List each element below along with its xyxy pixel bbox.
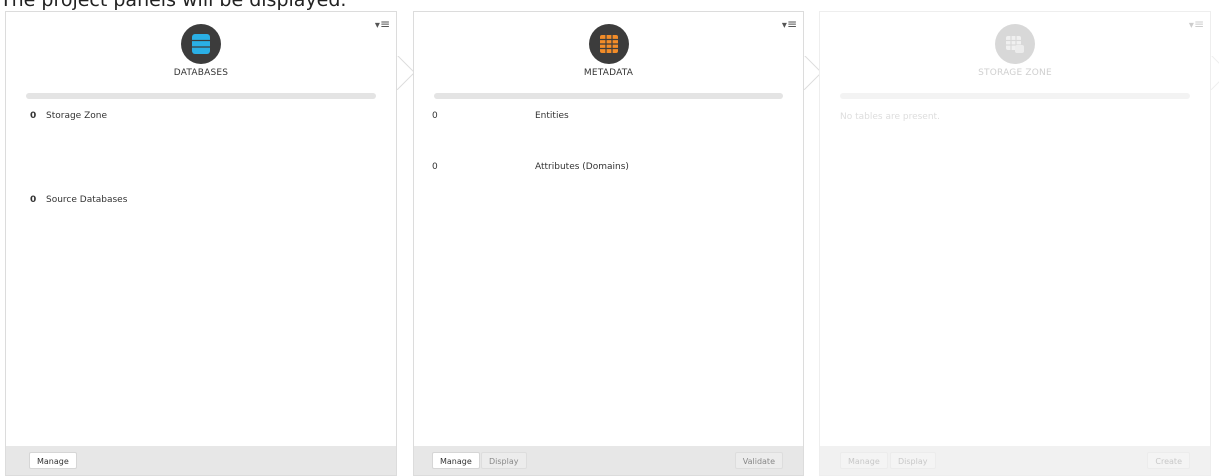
progress-bar xyxy=(26,93,376,99)
display-button[interactable]: Display xyxy=(481,452,527,469)
dropdown-menu-icon[interactable]: ▾≡ xyxy=(782,17,797,31)
stat-row-source-databases: 0 Source Databases xyxy=(30,195,127,205)
project-panels: ▾≡ DATABASES 0 Storage Zone 0 Source Datab… xyxy=(0,11,1219,476)
stat-row-storage-zone: 0 Storage Zone xyxy=(30,111,107,121)
table-grid-icon xyxy=(588,24,629,64)
stat-count: 0 xyxy=(432,162,438,172)
stat-row-attributes: 0 Attributes (Domains) xyxy=(432,162,629,172)
stat-label: Entities xyxy=(535,111,569,121)
flow-arrow xyxy=(397,56,413,90)
panel-footer: Manage Display Validate xyxy=(414,446,803,475)
databases-panel: ▾≡ DATABASES 0 Storage Zone 0 Source Datab… xyxy=(5,11,397,476)
display-button[interactable]: Display xyxy=(890,452,936,469)
storage-zone-panel: ▾≡ STORAGE ZONE No tables are present. M… xyxy=(819,11,1211,476)
manage-button[interactable]: Manage xyxy=(432,452,480,469)
dropdown-menu-icon[interactable]: ▾≡ xyxy=(1189,17,1204,31)
stat-row-entities: 0 Entities xyxy=(432,111,569,121)
manage-button[interactable]: Manage xyxy=(840,452,888,469)
empty-state-message: No tables are present. xyxy=(840,112,940,122)
stat-count: 0 xyxy=(30,195,37,205)
page-caption: The project panels will be displayed. xyxy=(0,0,347,11)
stat-label: Storage Zone xyxy=(46,111,107,121)
panel-footer: Manage Display Create xyxy=(820,446,1210,475)
panel-title: STORAGE ZONE xyxy=(978,68,1052,78)
panel-footer: Manage xyxy=(6,446,396,475)
validate-button[interactable]: Validate xyxy=(734,452,783,469)
metadata-panel: ▾≡ METADATA 0 Entities 0 Attributes (Domai… xyxy=(413,11,804,476)
panel-title: DATABASES xyxy=(173,68,229,78)
manage-button[interactable]: Manage xyxy=(29,452,77,469)
create-button[interactable]: Create xyxy=(1147,452,1190,469)
progress-bar xyxy=(434,93,783,99)
flow-arrow xyxy=(804,56,820,90)
database-icon xyxy=(181,24,221,64)
progress-bar xyxy=(840,93,1190,99)
dropdown-menu-icon[interactable]: ▾≡ xyxy=(375,17,390,31)
stat-label: Attributes (Domains) xyxy=(535,162,629,172)
flow-arrow xyxy=(1211,56,1219,90)
stat-count: 0 xyxy=(30,111,37,121)
stat-label: Source Databases xyxy=(46,195,128,205)
storage-zone-icon xyxy=(995,24,1035,64)
stat-count: 0 xyxy=(432,111,438,121)
panel-title: METADATA xyxy=(583,68,634,78)
